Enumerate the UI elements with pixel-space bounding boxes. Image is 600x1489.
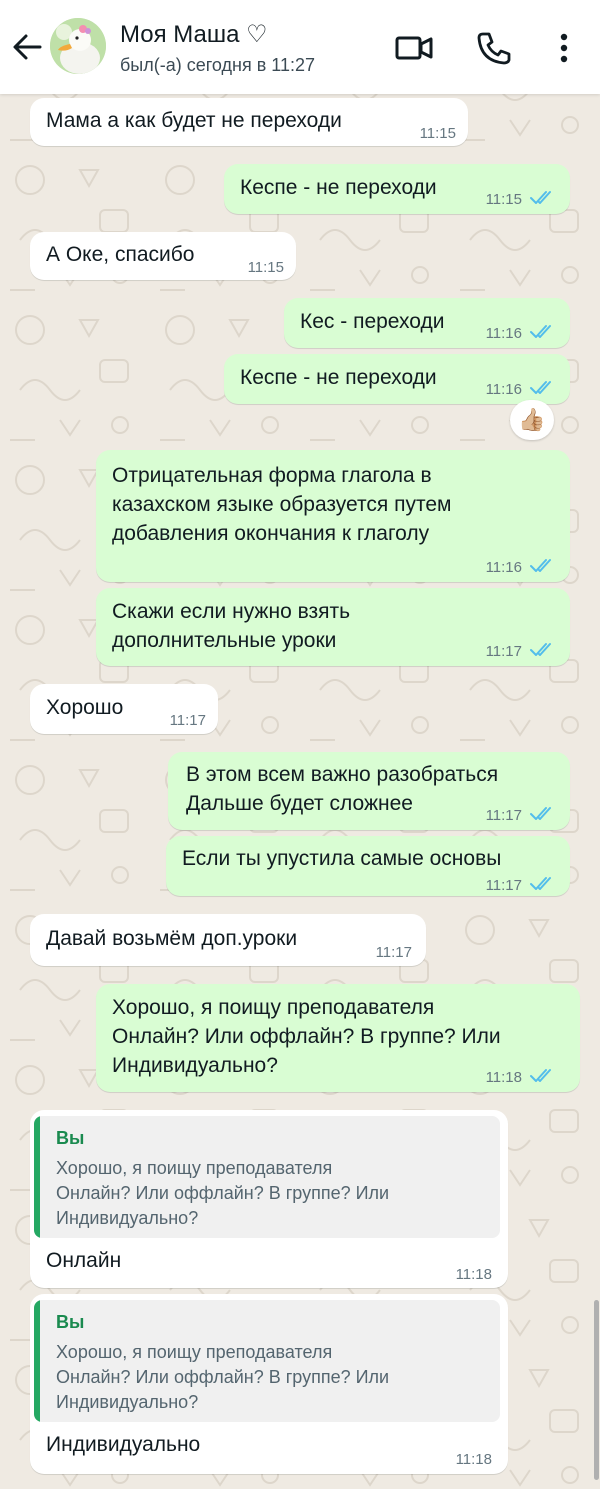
quote-accent-bar	[34, 1300, 40, 1422]
message-text: Если ты упустила самые основы	[182, 847, 502, 870]
message-time: 11:16	[485, 559, 522, 576]
double-check-read-icon	[530, 807, 551, 820]
message-text: А Оке, спасибо	[46, 243, 195, 266]
phone-call-icon[interactable]	[474, 30, 514, 66]
message-text: Кеспе - не переходи	[240, 366, 437, 389]
message-text: Онлайн	[46, 1249, 122, 1272]
chat-header: Моя Маша ♡ был(-а) сегодня в 11:27	[0, 0, 600, 94]
message-incoming-reply[interactable]: Вы Хорошо, я поищу преподавателя Онлайн?…	[30, 1110, 508, 1288]
message-text: Кеспе - не переходи	[240, 176, 437, 199]
back-arrow-icon[interactable]	[10, 32, 44, 62]
message-outgoing[interactable]: Кеспе - не переходи 11:16	[224, 354, 570, 404]
message-time: 11:15	[247, 259, 284, 276]
contact-name[interactable]: Моя Маша ♡	[120, 20, 268, 49]
message-outgoing[interactable]: Если ты упустила самые основы 11:17	[166, 836, 570, 896]
message-time: 11:16	[485, 381, 522, 398]
message-time: 11:18	[455, 1266, 492, 1283]
double-check-read-icon	[530, 559, 551, 572]
message-outgoing[interactable]: Хорошо, я поищу преподавателя Онлайн? Ил…	[96, 984, 580, 1092]
message-outgoing[interactable]: Кеспе - не переходи 11:15	[224, 164, 570, 214]
message-incoming[interactable]: Давай возьмём доп.уроки 11:17	[30, 914, 426, 966]
message-text: Давай возьмём доп.уроки	[46, 927, 298, 950]
message-text: В этом всем важно разобраться Дальше буд…	[186, 763, 499, 815]
message-time: 11:15	[419, 125, 456, 142]
message-time: 11:16	[485, 325, 522, 342]
message-time: 11:17	[485, 877, 522, 894]
message-incoming[interactable]: Хорошо 11:17	[30, 684, 218, 734]
quoted-message[interactable]: Вы Хорошо, я поищу преподавателя Онлайн?…	[34, 1116, 500, 1238]
message-time: 11:17	[485, 807, 522, 824]
message-time: 11:18	[485, 1069, 522, 1086]
reaction-thumbs-up[interactable]: 👍🏼	[510, 400, 554, 440]
message-text: Хорошо, я поищу преподавателя Онлайн? Ил…	[112, 996, 501, 1077]
quote-accent-bar	[34, 1116, 40, 1238]
double-check-read-icon	[530, 381, 551, 394]
message-outgoing[interactable]: В этом всем важно разобраться Дальше буд…	[168, 752, 570, 830]
message-time: 11:17	[485, 643, 522, 660]
message-text: Скажи если нужно взять дополнительные ур…	[112, 600, 351, 652]
message-incoming[interactable]: Мама а как будет не переходи 11:15	[30, 98, 468, 146]
message-time: 11:17	[169, 712, 206, 729]
quote-text: Хорошо, я поищу преподавателя Онлайн? Ил…	[56, 1158, 390, 1228]
double-check-read-icon	[530, 191, 551, 204]
message-outgoing[interactable]: Кес - переходи 11:16	[284, 298, 570, 348]
video-call-icon[interactable]	[394, 30, 434, 66]
duck-avatar-image	[50, 18, 106, 74]
avatar[interactable]	[50, 18, 106, 74]
quote-author: Вы	[56, 1128, 85, 1148]
message-outgoing[interactable]: Скажи если нужно взять дополнительные ур…	[96, 588, 570, 666]
message-outgoing[interactable]: Отрицательная форма глагола в казахском …	[96, 450, 570, 582]
more-options-icon[interactable]	[546, 30, 582, 66]
message-time: 11:15	[485, 191, 522, 208]
quoted-message[interactable]: Вы Хорошо, я поищу преподавателя Онлайн?…	[34, 1300, 500, 1422]
message-incoming[interactable]: А Оке, спасибо 11:15	[30, 232, 296, 280]
quote-text: Хорошо, я поищу преподавателя Онлайн? Ил…	[56, 1342, 390, 1412]
double-check-read-icon	[530, 643, 551, 656]
message-time: 11:18	[455, 1451, 492, 1468]
message-text: Индивидуально	[46, 1433, 201, 1456]
message-time: 11:17	[375, 944, 412, 961]
message-incoming-reply[interactable]: Вы Хорошо, я поищу преподавателя Онлайн?…	[30, 1294, 508, 1474]
double-check-read-icon	[530, 325, 551, 338]
chat-scrollbar[interactable]	[594, 1300, 599, 1480]
quote-author: Вы	[56, 1312, 85, 1332]
message-text: Мама а как будет не переходи	[46, 109, 342, 132]
message-text: Кес - переходи	[300, 310, 445, 333]
message-text: Отрицательная форма глагола в казахском …	[112, 464, 452, 545]
message-text: Хорошо	[46, 696, 124, 719]
last-seen-status: был(-а) сегодня в 11:27	[120, 55, 316, 75]
double-check-read-icon	[530, 877, 551, 890]
double-check-read-icon	[530, 1069, 551, 1082]
